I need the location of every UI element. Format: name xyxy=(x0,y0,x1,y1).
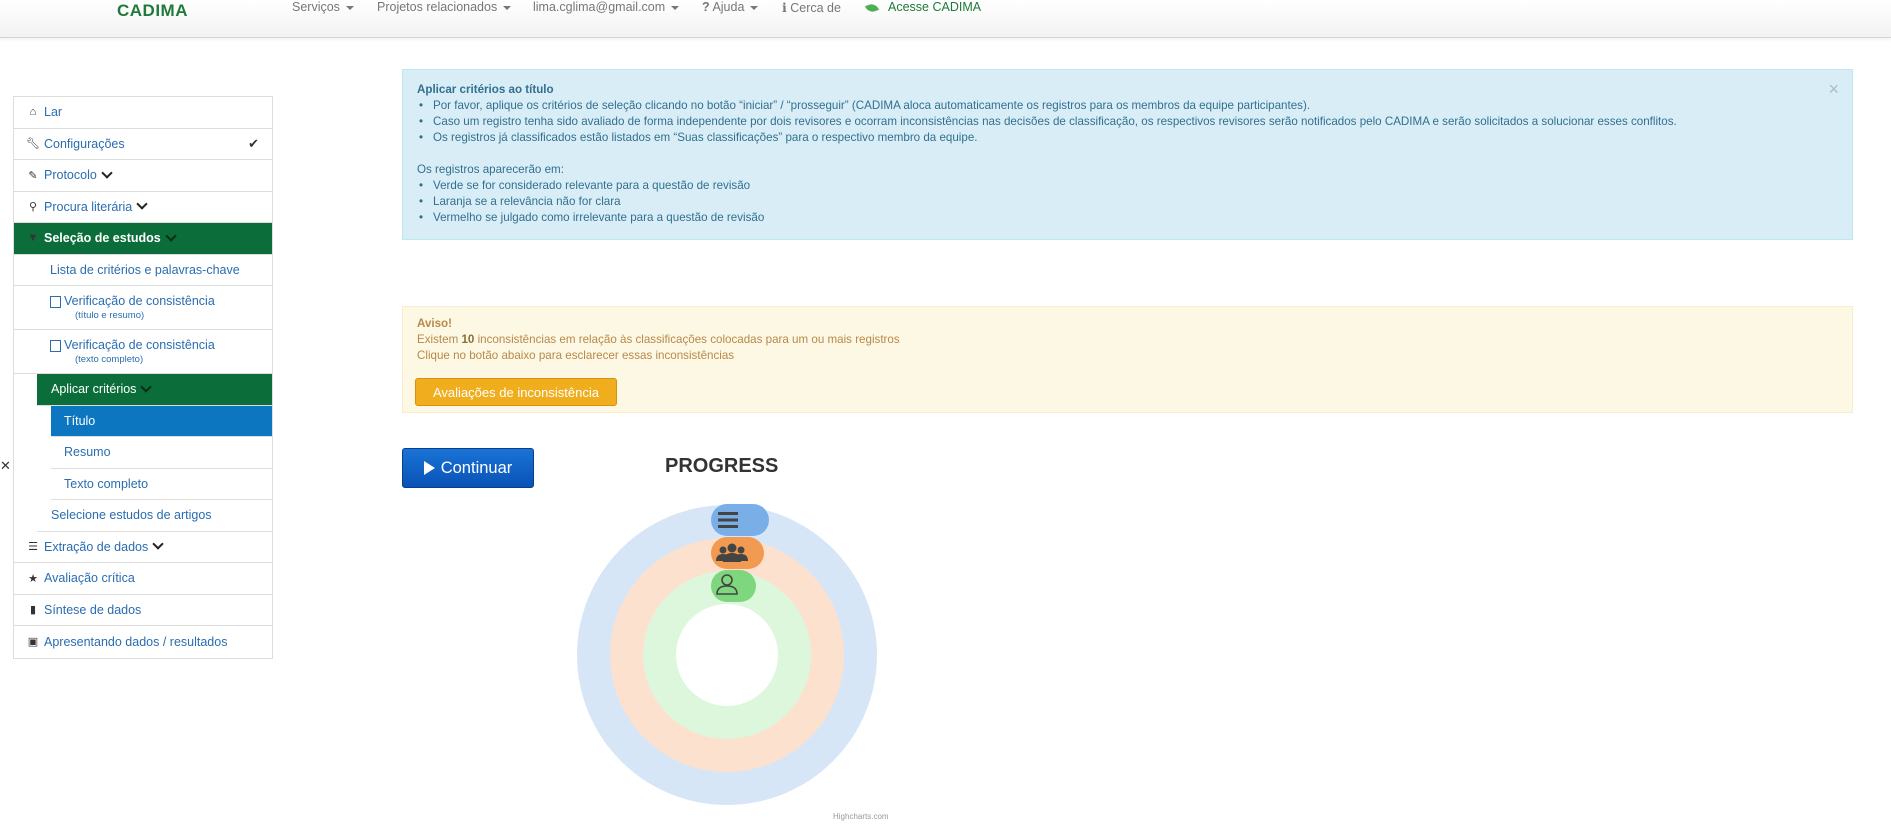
nav-ajuda[interactable]: ? Ajuda xyxy=(702,0,759,14)
sidebar-item-avaliacao[interactable]: ★ Avaliação crítica xyxy=(14,563,272,595)
progress-chart xyxy=(577,504,877,805)
warning-text: Existem 10 inconsistências em relação às… xyxy=(417,333,900,346)
info-bullet: Vermelho se julgado como irrelevante par… xyxy=(417,210,1838,226)
sidebar-item-procura[interactable]: ⚲ Procura literária xyxy=(14,192,272,223)
sidebar-item-selecao[interactable]: ▼ Seleção de estudos xyxy=(14,223,272,255)
info-intro: Os registros aparecerão em: xyxy=(417,163,564,176)
table-icon xyxy=(50,295,61,308)
list-icon xyxy=(718,512,738,528)
info-bullet: Verde se for considerado relevante para … xyxy=(417,178,1838,194)
nav-cerca[interactable]: ℹ Cerca de xyxy=(782,0,841,15)
info-title: Aplicar critérios ao título xyxy=(417,83,554,96)
sidebar: ⌂ Lar 🔧︎ Configurações ✔ ✎ Protocolo ⚲ Procur… xyxy=(13,96,273,659)
sidebar-item-sintese[interactable]: ▮ Síntese de dados xyxy=(14,595,272,626)
sidebar-item-lista-criterios[interactable]: Lista de critérios e palavras-chave xyxy=(14,255,272,286)
nav-user[interactable]: lima.cglima@gmail.com xyxy=(533,0,680,14)
help-icon: ? xyxy=(702,0,710,14)
continue-button[interactable]: Continuar xyxy=(402,448,534,488)
info-alert: × Aplicar critérios ao título Por favor,… xyxy=(402,69,1853,240)
middle-track-bar xyxy=(711,537,764,569)
chevron-down-icon xyxy=(136,198,148,210)
sidebar-item-configuracoes[interactable]: 🔧︎ Configurações ✔ xyxy=(14,129,272,160)
collapse-icon[interactable]: ✕ xyxy=(0,458,11,474)
check-icon: ✔ xyxy=(248,135,259,151)
chevron-down-icon xyxy=(140,381,153,393)
warning-alert: Aviso! Existem 10 inconsistências em rel… xyxy=(402,306,1853,413)
info-bullet: Por favor, aplique os critérios de seleç… xyxy=(417,98,1838,114)
document-icon xyxy=(50,339,61,352)
sidebar-item-extracao[interactable]: ☰ Extração de dados xyxy=(14,532,272,563)
inconsistency-count: 10 xyxy=(461,333,475,346)
chevron-down-icon xyxy=(152,538,164,550)
sidebar-item-titulo[interactable]: Título xyxy=(51,405,272,437)
home-icon: ⌂ xyxy=(29,106,37,119)
leaf-icon xyxy=(864,1,880,14)
info-bullet: Caso um registro tenha sido avaliado de … xyxy=(417,114,1838,130)
inner-track-bar xyxy=(711,570,756,602)
sidebar-item-apresentando[interactable]: ▣ Apresentando dados / resultados xyxy=(14,626,272,658)
nav-acesse-cadima[interactable]: Acesse CADIMA xyxy=(864,0,981,14)
sidebar-item-verificacao-texto[interactable]: Verificação de consistência (texto compl… xyxy=(14,330,272,374)
brand-logo[interactable]: CADIMA xyxy=(117,1,188,21)
filter-icon: ▼ xyxy=(27,232,39,245)
sidebar-item-lar[interactable]: ⌂ Lar xyxy=(14,97,272,129)
ring-hole xyxy=(676,604,778,706)
sidebar-item-verificacao-titulo[interactable]: Verificação de consistência (título e re… xyxy=(14,286,272,330)
info-bullet: Os registros já classificados estão list… xyxy=(417,130,1838,146)
sidebar-item-selecione-estudos[interactable]: Selecione estudos de artigos xyxy=(37,500,272,532)
list-icon: ☰ xyxy=(28,541,38,554)
wrench-icon: 🔧︎ xyxy=(26,138,40,151)
chart-credits[interactable]: Highcharts.com xyxy=(833,812,889,821)
info-icon: ℹ xyxy=(782,1,787,15)
nav-servicos[interactable]: Serviços xyxy=(292,0,354,14)
chevron-down-icon xyxy=(101,167,113,179)
search-icon: ⚲ xyxy=(28,201,38,214)
info-bullet: Laranja se a relevância não for clara xyxy=(417,194,1838,210)
sidebar-item-texto-completo[interactable]: Texto completo xyxy=(51,469,272,500)
info-color-legend: Verde se for considerado relevante para … xyxy=(417,178,1838,226)
sidebar-item-aplicar-criterios[interactable]: Aplicar critérios xyxy=(37,374,272,406)
pencil-icon: ✎ xyxy=(28,169,38,182)
close-icon[interactable]: × xyxy=(1828,79,1839,100)
warning-title: Aviso! xyxy=(417,317,453,330)
info-bullets: Por favor, aplique os critérios de seleç… xyxy=(417,98,1838,146)
inconsistency-button[interactable]: Avaliações de inconsistência xyxy=(415,378,617,406)
sidebar-item-resumo[interactable]: Resumo xyxy=(51,437,272,469)
play-icon xyxy=(423,461,435,475)
chevron-down-icon xyxy=(165,230,177,242)
sidebar-item-protocolo[interactable]: ✎ Protocolo xyxy=(14,160,272,192)
nav-projetos[interactable]: Projetos relacionados xyxy=(377,0,512,14)
image-icon: ▣ xyxy=(27,636,39,649)
file-icon: ▮ xyxy=(29,604,37,617)
star-icon: ★ xyxy=(28,572,38,585)
top-navbar: CADIMA Serviços Projetos relacionados li… xyxy=(0,0,1891,38)
warning-instruction: Clique no botão abaixo para esclarecer e… xyxy=(417,349,735,362)
progress-title: PROGRESS xyxy=(665,455,779,477)
